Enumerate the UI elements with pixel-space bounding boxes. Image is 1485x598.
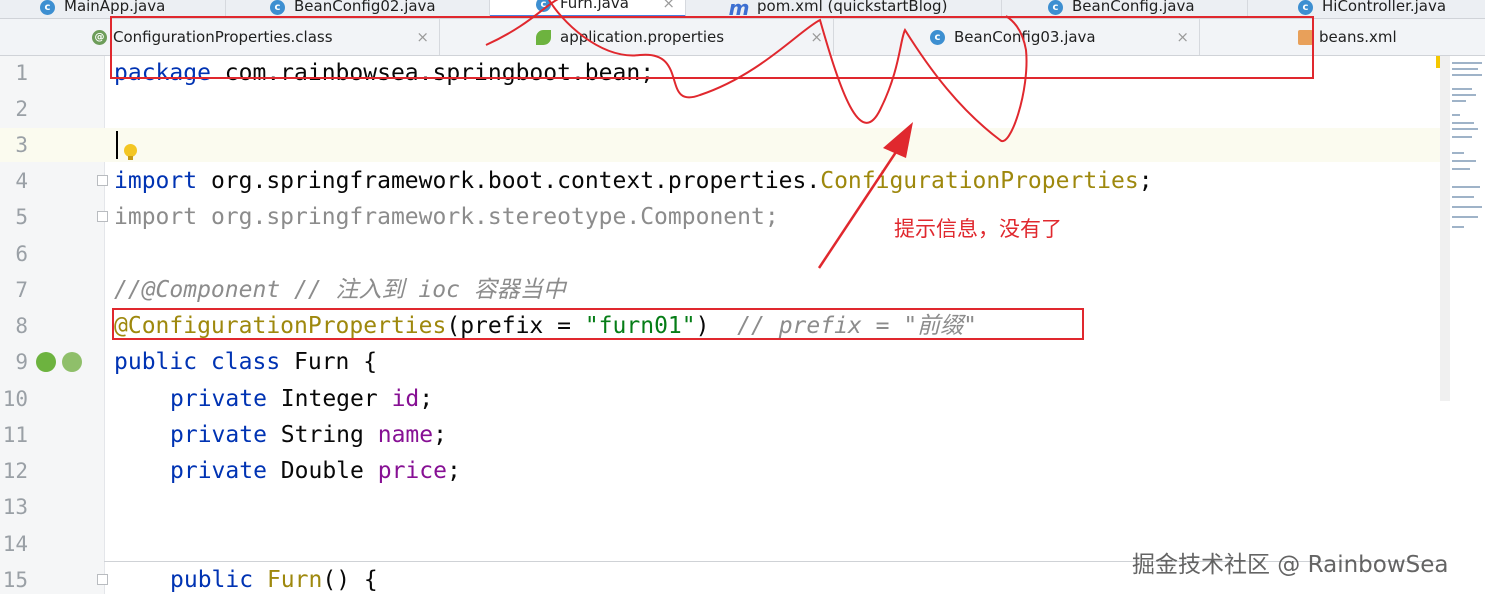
scribble-line (485, 0, 1028, 143)
arrow-head (883, 122, 913, 158)
hand-drawn-annotation (485, 0, 1028, 269)
annotation-note: 提示信息，没有了 (894, 217, 1062, 241)
arrow-shaft (817, 145, 902, 269)
watermark: 掘金技术社区 @ RainbowSea (1132, 552, 1449, 578)
